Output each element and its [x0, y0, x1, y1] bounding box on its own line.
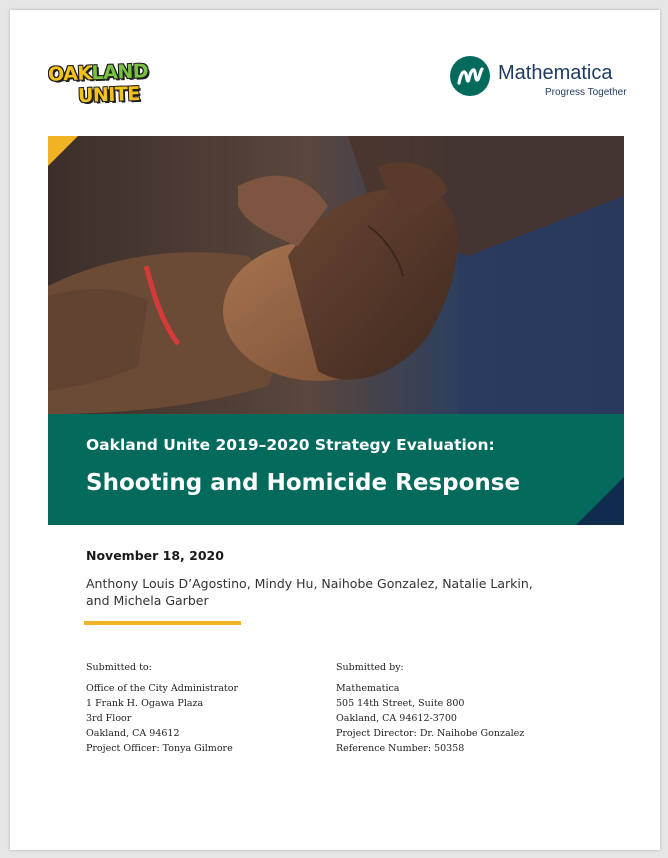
corner-accent — [576, 477, 624, 525]
mathematica-m-icon — [450, 56, 490, 96]
submitted-to-header: Submitted to: — [86, 662, 152, 673]
oakland-unite-logo: OAKLAND UNITE — [47, 60, 149, 108]
submitted-to-line: Oakland, CA 94612 — [86, 728, 180, 739]
submitted-by-line: 505 14th Street, Suite 800 — [336, 698, 465, 709]
author-list: Anthony Louis D’Agostino, Mindy Hu, Naih… — [86, 576, 533, 608]
submitted-by-block: Submitted by: Mathematica 505 14th Stree… — [336, 660, 524, 756]
report-date: November 18, 2020 — [86, 548, 224, 563]
submitted-by-line: Project Director: Dr. Naihobe Gonzalez — [336, 728, 525, 739]
submitted-by-line: Mathematica — [336, 683, 400, 694]
submitted-to-block: Submitted to: Office of the City Adminis… — [86, 660, 238, 756]
submitted-to-line: Office of the City Administrator — [86, 683, 239, 694]
submitted-to-line: 3rd Floor — [86, 713, 132, 724]
submitted-by-line: Oakland, CA 94612-3700 — [336, 713, 457, 724]
report-subtitle: Oakland Unite 2019–2020 Strategy Evaluat… — [86, 436, 495, 454]
hands-clasped-photo — [48, 136, 624, 414]
submitted-by-header: Submitted by: — [336, 662, 404, 673]
submitted-by-line: Reference Number: 50358 — [336, 743, 465, 754]
mathematica-logo: Mathematica Progress Together — [450, 56, 630, 102]
report-title: Shooting and Homicide Response — [86, 470, 521, 496]
submitted-to-line: 1 Frank H. Ogawa Plaza — [86, 698, 204, 709]
gold-divider — [84, 621, 241, 625]
title-band: Oakland Unite 2019–2020 Strategy Evaluat… — [48, 414, 624, 525]
submitted-to-line: Project Officer: Tonya Gilmore — [86, 743, 233, 754]
report-cover-page: OAKLAND UNITE Mathematica Progress Toget… — [10, 10, 660, 850]
